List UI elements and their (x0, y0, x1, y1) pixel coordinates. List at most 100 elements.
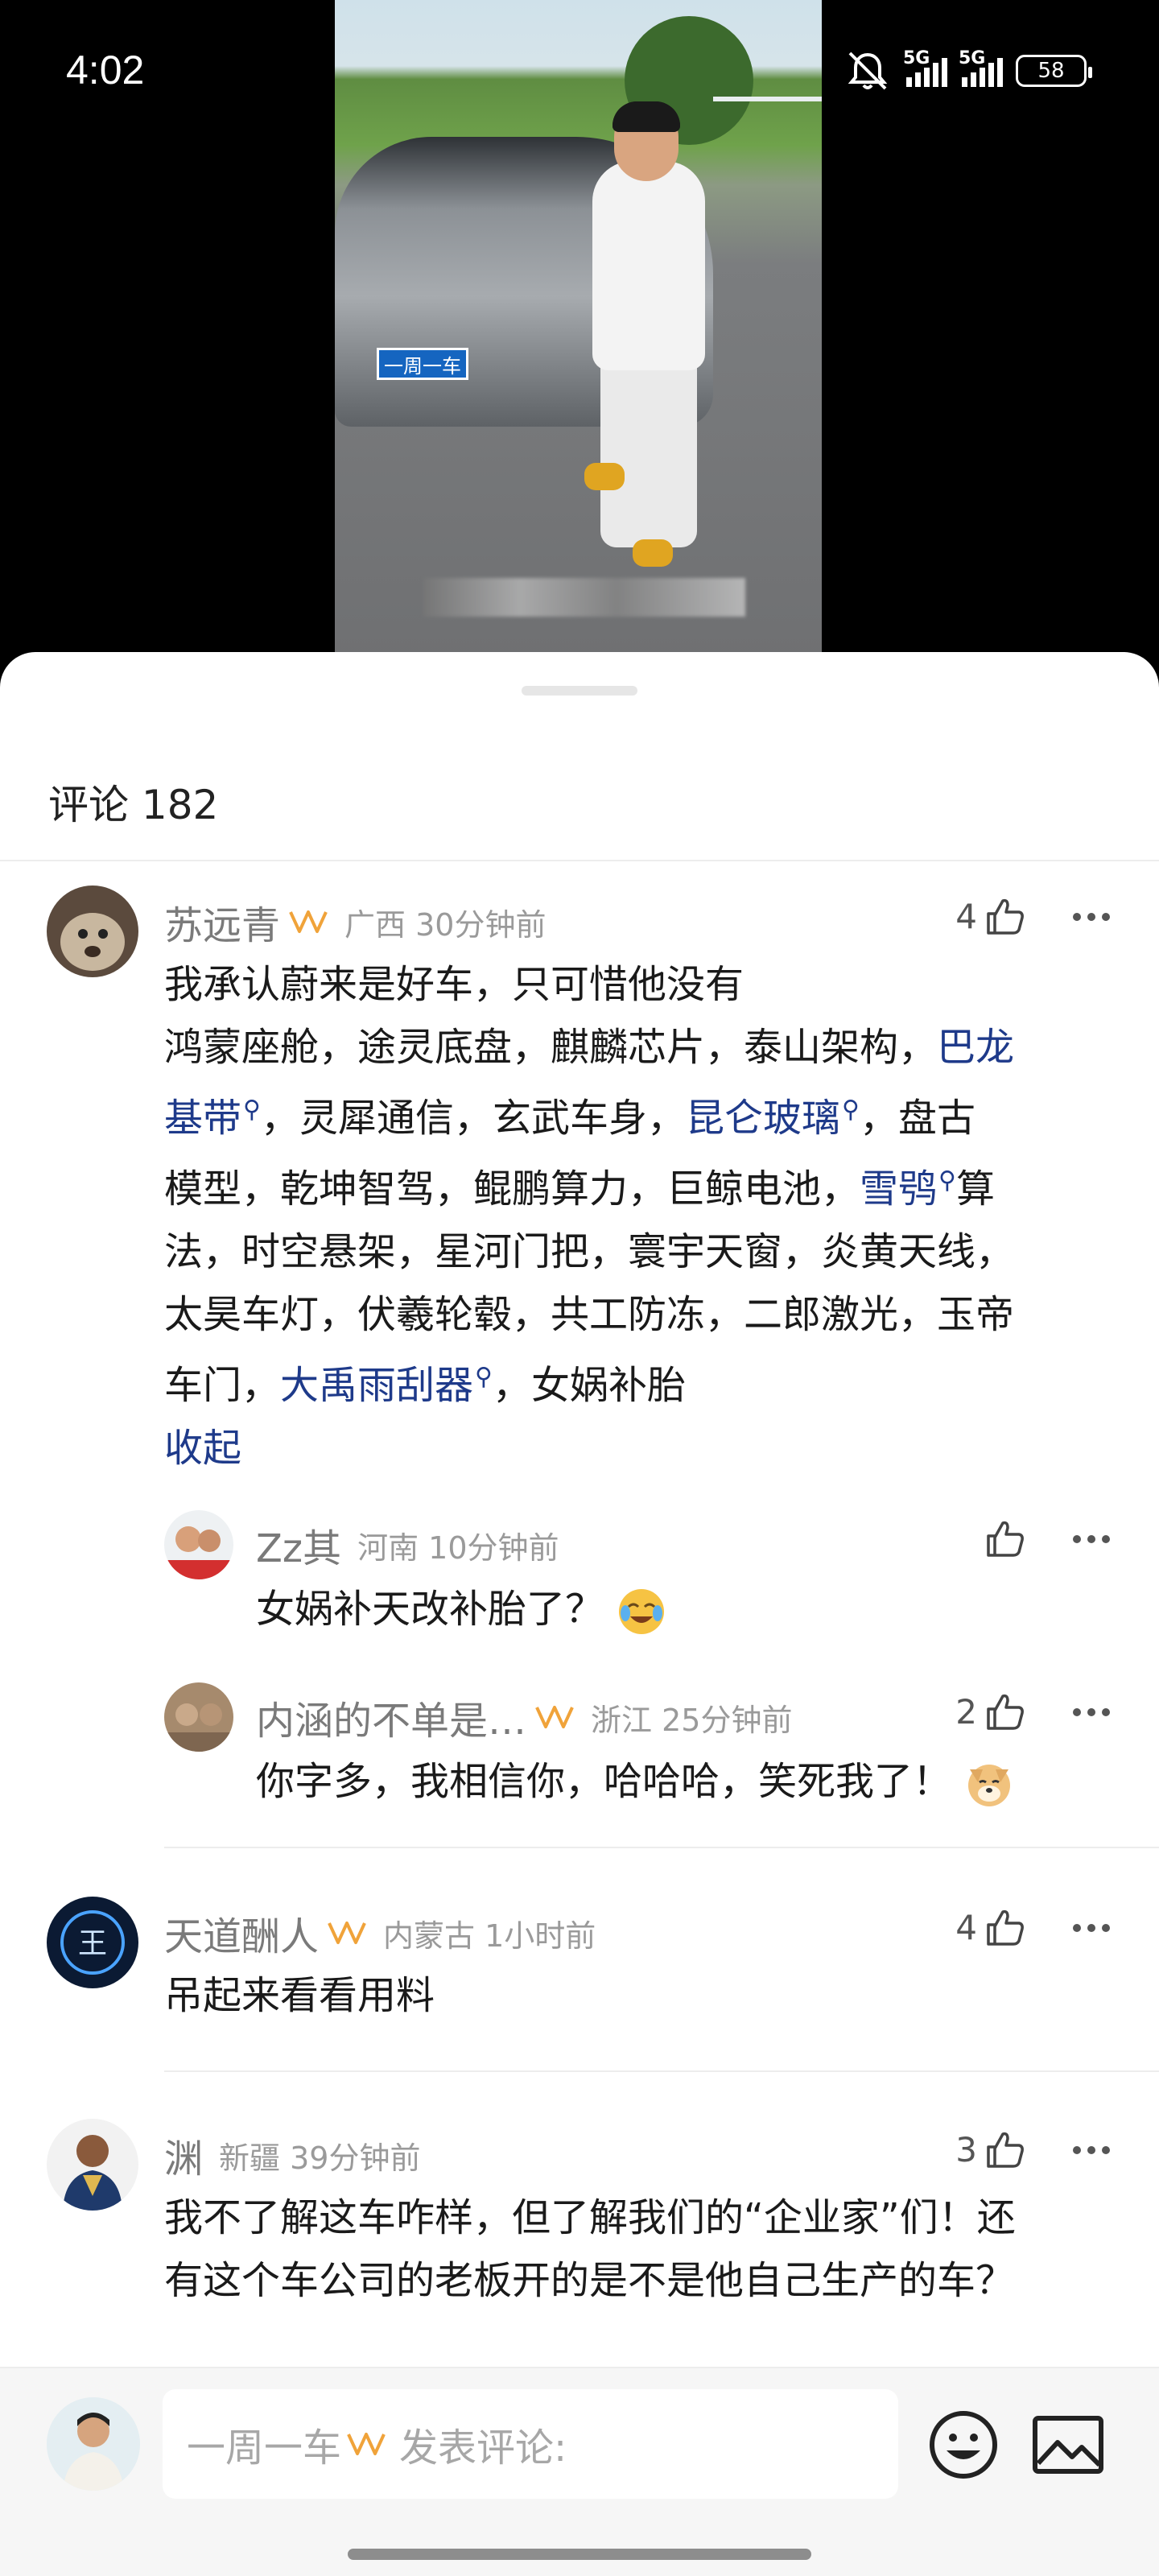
comment-actions (985, 1520, 1111, 1558)
comment-input[interactable]: 一周一车 发表评论: (163, 2389, 898, 2499)
video-person-hair-top (612, 101, 680, 132)
comment-line: 太昊车灯，伏羲轮毂，共工防冻，二郎激光，玉帝 (164, 1292, 1015, 1337)
avatar[interactable]: 王 (47, 1897, 138, 1988)
comment-meta: 渊 新疆 39分钟前 (164, 2127, 420, 2183)
comment-line: 鸿蒙座舱，途灵底盘，麒麟芯片，泰山架构，巴龙 (164, 1025, 1015, 1070)
comment-meta: Zz其 河南 10分钟前 (256, 1517, 559, 1573)
comments-count-title: 评论 182 (48, 782, 219, 828)
like-count: 2 (955, 1692, 977, 1732)
comment-text: 我不了解这车咋样，但了解我们的“企业家”们！还 有这个车公司的老板开的是不是他自… (164, 2186, 1130, 2312)
comment-line: 车门，大禹雨刮器⚲，女娲补胎 (164, 1363, 687, 1408)
more-options-icon[interactable] (1072, 2145, 1111, 2155)
username[interactable]: 内涵的不单是… (256, 1689, 526, 1745)
search-icon: ⚲ (475, 1363, 493, 1391)
comment-meta: 天道酬人 内蒙古 1小时前 (164, 1905, 596, 1961)
username[interactable]: 渊 (164, 2127, 203, 2183)
home-indicator[interactable] (348, 2549, 811, 2560)
image-picker-icon[interactable] (1032, 2415, 1104, 2475)
comment-line: 我不了解这车咋样，但了解我们的“企业家”们！还 (164, 2195, 1016, 2240)
keyword-link[interactable]: 昆仑玻璃⚲ (686, 1096, 860, 1141)
video-player-area[interactable]: 一周一车 4:02 5G 5G 58 (0, 0, 1159, 660)
search-icon: ⚲ (842, 1096, 860, 1124)
thumbs-up-icon[interactable] (985, 1909, 1025, 1947)
video-person-body (592, 161, 705, 370)
keyword-link[interactable]: 大禹雨刮器⚲ (280, 1363, 493, 1408)
facepalm-laugh-emoji-icon (619, 1589, 665, 1634)
vip-badge-icon (328, 1922, 366, 1944)
status-time: 4:02 (66, 47, 145, 93)
comment-text: 你字多，我相信你，哈哈哈，笑死我了！ (256, 1750, 1117, 1813)
vip-badge-icon (535, 1706, 574, 1728)
video-shoe-right (633, 539, 673, 567)
avatar[interactable] (164, 1510, 233, 1579)
username[interactable]: 天道酬人 (164, 1905, 319, 1961)
comment-input-bar: 一周一车 发表评论: (0, 2367, 1159, 2576)
comment-line: 基带⚲，灵犀通信，玄武车身，昆仑玻璃⚲，盘古 (164, 1096, 976, 1141)
battery-icon: 58 (1016, 55, 1092, 87)
like-count: 4 (955, 1908, 977, 1947)
location-time: 浙江 25分钟前 (591, 1702, 793, 1738)
comment-line: 有这个车公司的老板开的是不是他自己生产的车？ (164, 2258, 1015, 2303)
more-options-icon[interactable] (1072, 912, 1111, 922)
sheet-drag-handle[interactable] (522, 686, 637, 696)
comment-text: 女娲补天改补胎了？ (256, 1578, 1117, 1641)
comment-line: 法，时空悬架，星河门把，寰宇天窗，炎黄天线， (164, 1229, 1015, 1274)
like-count: 4 (955, 897, 977, 936)
keyword-link[interactable]: 雪鸮⚲ (860, 1166, 956, 1212)
username[interactable]: 苏远青 (164, 894, 280, 950)
video-canopy (713, 97, 822, 153)
signal-5g-1-icon: 5G (903, 48, 947, 87)
emoji-button-icon[interactable] (927, 2409, 1000, 2481)
location-time: 河南 10分钟前 (357, 1530, 559, 1566)
my-avatar[interactable] (47, 2397, 140, 2491)
comment-text: 吊起来看看用料 (164, 1973, 435, 2018)
comments-sheet: 评论 182 苏远青 广西 30分钟前 4 我承认蔚来是好车，只可惜他没有 鸿蒙… (0, 652, 1159, 2576)
mute-bell-icon (848, 52, 888, 90)
video-caption-blurred (423, 578, 745, 617)
like-count: 3 (955, 2130, 977, 2169)
thumbs-up-icon[interactable] (985, 1693, 1025, 1732)
input-placeholder: 发表评论: (399, 2425, 567, 2471)
video-frame[interactable]: 一周一车 (335, 0, 822, 660)
avatar[interactable] (47, 886, 138, 977)
comment-actions: 4 (955, 1908, 1111, 1947)
comment-meta: 苏远青 广西 30分钟前 (164, 894, 546, 950)
more-options-icon[interactable] (1072, 1923, 1111, 1933)
battery-level: 58 (1037, 59, 1065, 83)
location-time: 内蒙古 1小时前 (383, 1918, 596, 1954)
svg-text:王: 王 (78, 1927, 107, 1960)
comment-divider (164, 2070, 1159, 2072)
thumbs-up-icon[interactable] (985, 1520, 1025, 1558)
search-icon: ⚲ (243, 1096, 261, 1124)
vip-badge-icon (347, 2433, 386, 2455)
comment-actions: 4 (955, 897, 1111, 936)
header-divider (0, 860, 1159, 861)
comment-divider (164, 1847, 1159, 1848)
status-icons: 5G 5G 58 (843, 48, 1092, 92)
keyword-link[interactable]: 巴龙 (937, 1025, 1014, 1070)
thumbs-up-icon[interactable] (985, 898, 1025, 936)
comment-actions: 2 (955, 1692, 1111, 1732)
location-time: 广西 30分钟前 (344, 906, 547, 943)
keyword-link[interactable]: 基带⚲ (164, 1096, 261, 1141)
signal-5g-2-icon: 5G (959, 48, 1003, 87)
comment-actions: 3 (955, 2130, 1111, 2169)
license-plate: 一周一车 (377, 348, 468, 380)
username[interactable]: Zz其 (256, 1517, 341, 1573)
more-options-icon[interactable] (1072, 1534, 1111, 1544)
account-name: 一周一车 (187, 2425, 342, 2471)
vip-badge-icon (289, 910, 328, 933)
avatar[interactable] (164, 1682, 233, 1752)
collapse-button[interactable]: 收起 (164, 1417, 1122, 1480)
comment-line: 我承认蔚来是好车，只可惜他没有 (164, 962, 744, 1007)
comment-line: 模型，乾坤智驾，鲲鹏算力，巨鲸电池，雪鸮⚲算 (164, 1166, 996, 1212)
comment-text: 我承认蔚来是好车，只可惜他没有 鸿蒙座舱，途灵底盘，麒麟芯片，泰山架构，巴龙 基… (164, 953, 1122, 1480)
thumbs-up-icon[interactable] (985, 2131, 1025, 2169)
video-person-legs (600, 346, 697, 547)
more-options-icon[interactable] (1072, 1707, 1111, 1717)
avatar[interactable] (47, 2119, 138, 2211)
video-shoe-left (584, 463, 625, 490)
comment-meta: 内涵的不单是… 浙江 25分钟前 (256, 1689, 792, 1745)
search-icon: ⚲ (938, 1166, 957, 1195)
location-time: 新疆 39分钟前 (219, 2140, 421, 2176)
